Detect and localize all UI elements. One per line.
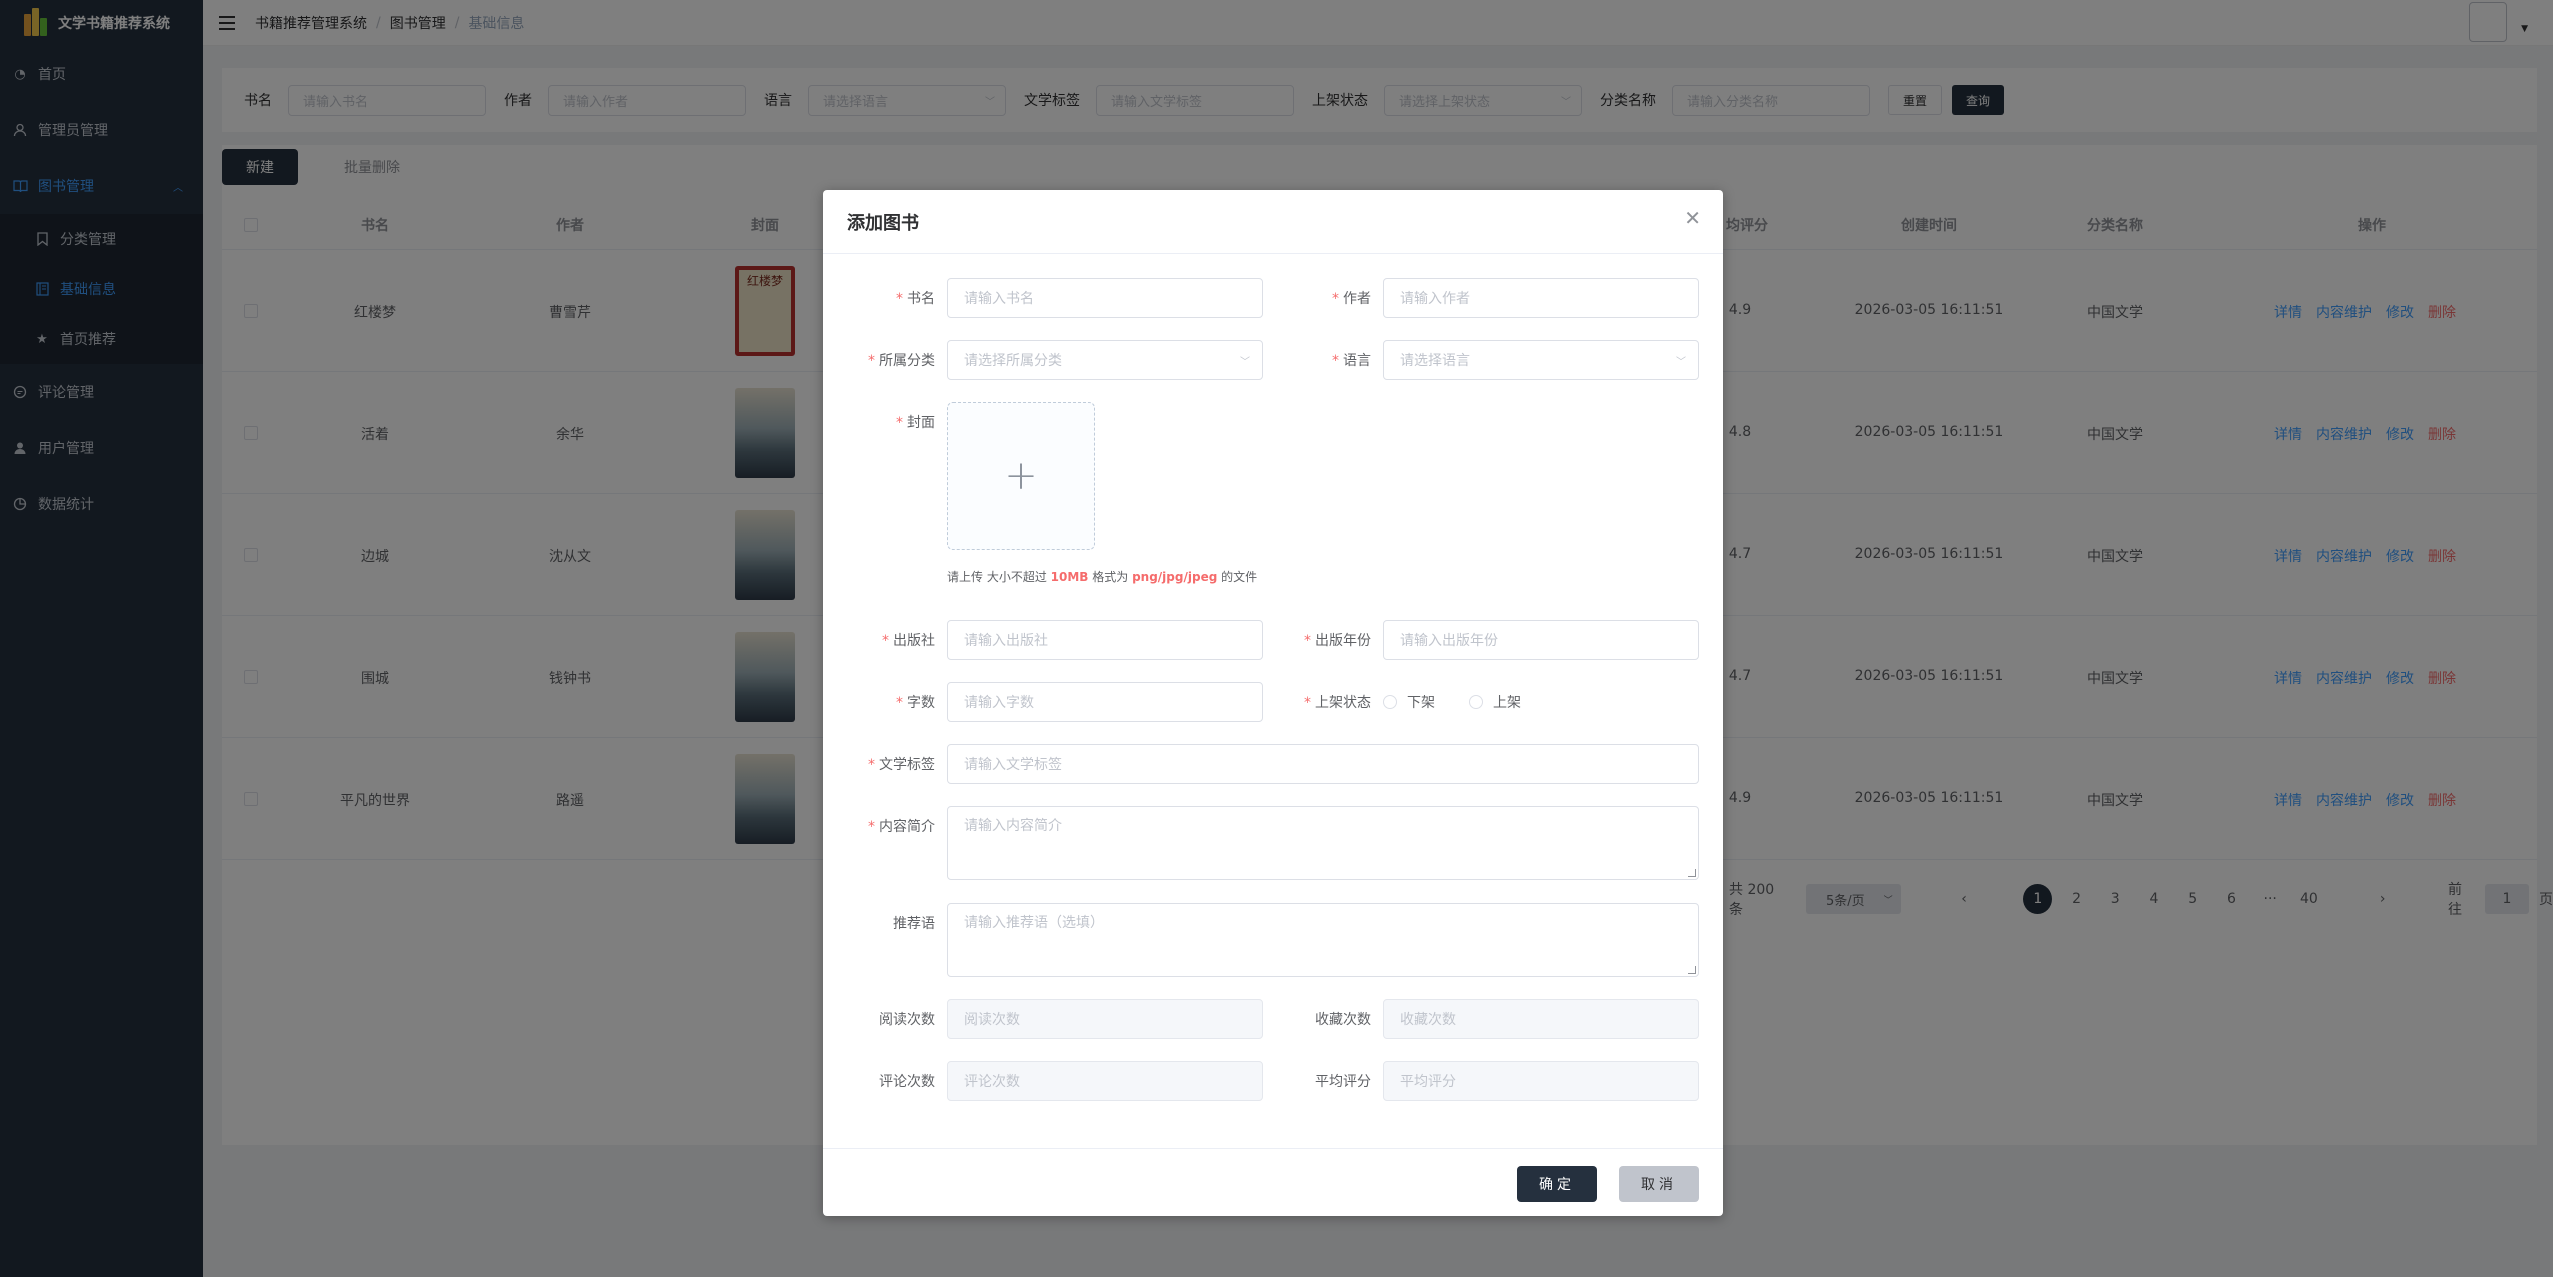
- status-radio-off[interactable]: 下架: [1383, 692, 1435, 712]
- avg-input: 平均评分: [1383, 1061, 1699, 1101]
- form-label: * 出版社: [882, 633, 935, 649]
- placeholder: 请输入书名: [964, 291, 1034, 307]
- resize-handle-icon[interactable]: [1688, 869, 1696, 877]
- publisher-input[interactable]: 请输入出版社: [947, 620, 1263, 660]
- form-label: * 上架状态: [1304, 695, 1371, 711]
- form-item-category: * 所属分类 请选择所属分类 ﹀: [833, 340, 1263, 380]
- chevron-down-icon: ﹀: [1676, 356, 1686, 368]
- summary-textarea[interactable]: 请输入内容简介: [947, 806, 1699, 880]
- placeholder: 请输入文学标签: [964, 757, 1062, 773]
- upload-tip: 请上传 大小不超过 10MB 格式为 png/jpg/jpeg 的文件: [947, 570, 1258, 584]
- form-item-title: * 书名 请输入书名: [833, 278, 1263, 318]
- form-label: * 作者: [1332, 291, 1371, 307]
- recommend-textarea[interactable]: 请输入推荐语（选填）: [947, 903, 1699, 977]
- form-item-avg: 平均评分 平均评分: [1269, 1061, 1699, 1101]
- close-icon[interactable]: ✕: [1684, 206, 1701, 230]
- placeholder: 阅读次数: [964, 1012, 1020, 1028]
- form-label: 推荐语: [893, 916, 935, 932]
- placeholder: 收藏次数: [1400, 1012, 1456, 1028]
- form-item-recommend: 推荐语 请输入推荐语（选填）: [833, 903, 1699, 977]
- cover-upload[interactable]: +: [947, 402, 1095, 550]
- form-item-cover: * 封面: [833, 402, 947, 442]
- form-item-reads: 阅读次数 阅读次数: [833, 999, 1263, 1039]
- form-item-tags: * 文学标签 请输入文学标签: [833, 744, 1699, 784]
- placeholder: 评论次数: [964, 1074, 1020, 1090]
- form-label: * 字数: [896, 695, 935, 711]
- form-item-words: * 字数 请输入字数: [833, 682, 1263, 722]
- cancel-button[interactable]: 取消: [1619, 1166, 1699, 1202]
- form-label: 收藏次数: [1315, 1012, 1371, 1028]
- form-item-year: * 出版年份 请输入出版年份: [1269, 620, 1699, 660]
- radio-label: 上架: [1493, 695, 1521, 711]
- favs-input: 收藏次数: [1383, 999, 1699, 1039]
- resize-handle-icon[interactable]: [1688, 966, 1696, 974]
- form-item-favs: 收藏次数 收藏次数: [1269, 999, 1699, 1039]
- dialog-title: 添加图书: [847, 212, 919, 234]
- form-label: 平均评分: [1315, 1074, 1371, 1090]
- language-select[interactable]: 请选择语言 ﹀: [1383, 340, 1699, 380]
- placeholder: 请输入字数: [964, 695, 1034, 711]
- confirm-button[interactable]: 确定: [1517, 1166, 1597, 1202]
- form-label: * 语言: [1332, 353, 1371, 369]
- form-item-language: * 语言 请选择语言 ﹀: [1269, 340, 1699, 380]
- form-label: * 出版年份: [1304, 633, 1371, 649]
- placeholder: 请输入出版社: [964, 633, 1048, 649]
- radio-label: 下架: [1407, 695, 1435, 711]
- form-label: 阅读次数: [879, 1012, 935, 1028]
- form-label: * 内容简介: [868, 819, 935, 835]
- dialog-footer: 确定 取消: [823, 1148, 1723, 1216]
- form-item-status: * 上架状态 下架 上架: [1269, 682, 1555, 722]
- placeholder: 请选择语言: [1400, 353, 1470, 369]
- title-input[interactable]: 请输入书名: [947, 278, 1263, 318]
- form-item-publisher: * 出版社 请输入出版社: [833, 620, 1263, 660]
- author-input[interactable]: 请输入作者: [1383, 278, 1699, 318]
- chevron-down-icon: ﹀: [1240, 356, 1250, 368]
- form-label: * 书名: [896, 291, 935, 307]
- form-label: * 文学标签: [868, 757, 935, 773]
- dialog-header: 添加图书 ✕: [823, 190, 1723, 254]
- form-item-summary: * 内容简介 请输入内容简介: [833, 806, 1699, 880]
- placeholder: 平均评分: [1400, 1074, 1456, 1090]
- words-input[interactable]: 请输入字数: [947, 682, 1263, 722]
- category-select[interactable]: 请选择所属分类 ﹀: [947, 340, 1263, 380]
- placeholder: 请输入出版年份: [1400, 633, 1498, 649]
- radio-circle: [1383, 695, 1397, 709]
- status-radio-on[interactable]: 上架: [1469, 692, 1521, 712]
- radio-circle: [1469, 695, 1483, 709]
- placeholder: 请输入推荐语（选填）: [964, 915, 1104, 931]
- placeholder: 请输入作者: [1400, 291, 1470, 307]
- reads-input: 阅读次数: [947, 999, 1263, 1039]
- year-input[interactable]: 请输入出版年份: [1383, 620, 1699, 660]
- comments-input: 评论次数: [947, 1061, 1263, 1101]
- placeholder: 请选择所属分类: [964, 353, 1062, 369]
- form-label: * 所属分类: [868, 353, 935, 369]
- plus-icon: +: [1004, 453, 1038, 499]
- form-item-comments: 评论次数 评论次数: [833, 1061, 1263, 1101]
- form-label: * 封面: [896, 415, 935, 431]
- placeholder: 请输入内容简介: [964, 818, 1062, 834]
- add-book-dialog: 添加图书 ✕ * 书名 请输入书名 * 作者 请输入作者 * 所属分类 请选择所属分类…: [823, 190, 1723, 1216]
- form-item-author: * 作者 请输入作者: [1269, 278, 1699, 318]
- form-label: 评论次数: [879, 1074, 935, 1090]
- tags-input[interactable]: 请输入文学标签: [947, 744, 1699, 784]
